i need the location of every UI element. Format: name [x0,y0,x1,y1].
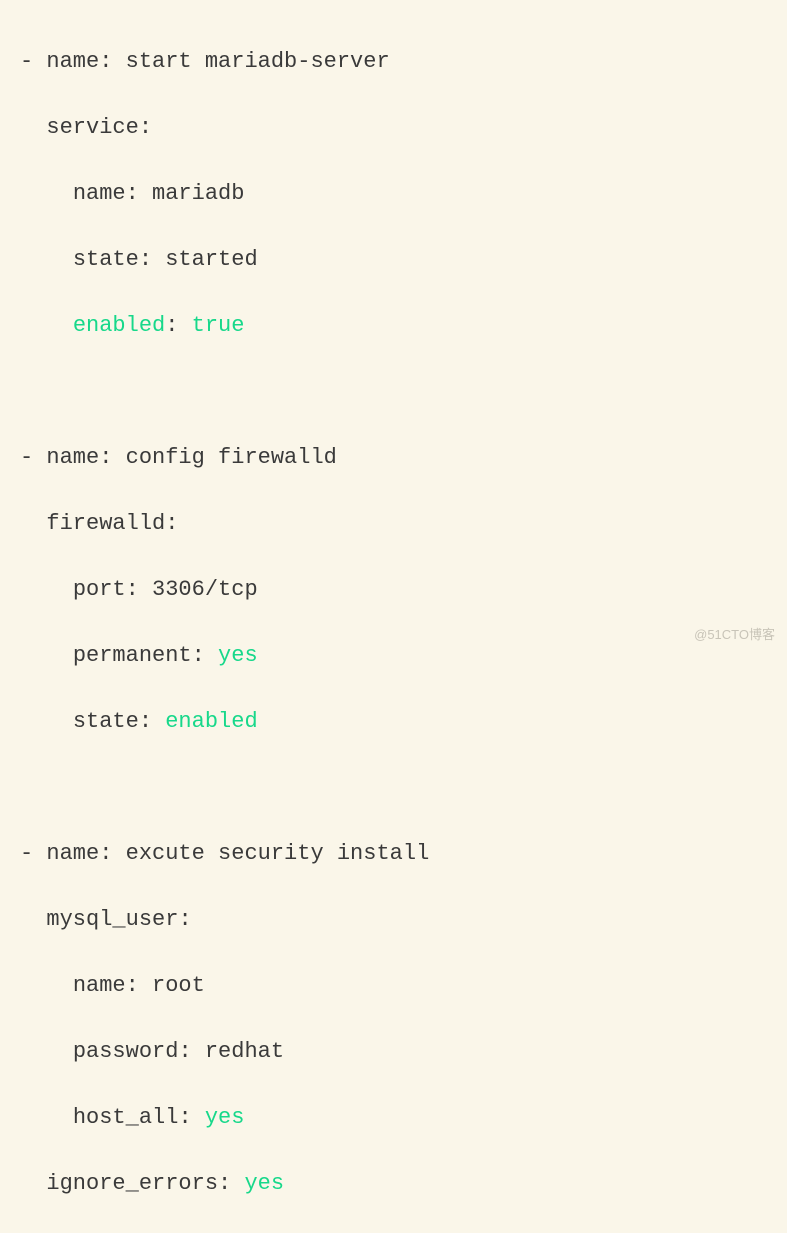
dash: - [20,445,33,470]
code-line: host_all: yes [20,1101,767,1134]
code-line: mysql_user: [20,903,767,936]
code-line: state: enabled [20,705,767,738]
yaml-value: 3306/tcp [152,577,258,602]
yaml-key: name [73,973,126,998]
yaml-key: state [73,247,139,272]
yaml-value: excute security install [126,841,430,866]
yaml-key: state [73,709,139,734]
yaml-key: mysql_user [46,907,178,932]
dash: - [20,841,33,866]
code-line: enabled: true [20,309,767,342]
code-line: ignore_errors: yes [20,1167,767,1200]
yaml-key: name [46,841,99,866]
yaml-key: firewalld [46,511,165,536]
code-line: name: mariadb [20,177,767,210]
blank-line [20,771,767,804]
yaml-value: enabled [165,709,257,734]
code-line: permanent: yes [20,639,767,672]
yaml-key: port [73,577,126,602]
yaml-value: config firewalld [126,445,337,470]
code-line: firewalld: [20,507,767,540]
yaml-key: permanent [73,643,192,668]
yaml-value: mariadb [152,181,244,206]
yaml-value: redhat [205,1039,284,1064]
yaml-key: name [46,445,99,470]
code-line: - name: start mariadb-server [20,45,767,78]
yaml-value: started [165,247,257,272]
yaml-key: service [46,115,138,140]
blank-line [20,375,767,408]
code-line: - name: excute security install [20,837,767,870]
yaml-key: host_all [73,1105,179,1130]
yaml-value: true [192,313,245,338]
yaml-value: yes [218,643,258,668]
code-line: name: root [20,969,767,1002]
yaml-value: start mariadb-server [126,49,390,74]
yaml-value: root [152,973,205,998]
yaml-key: ignore_errors [46,1171,218,1196]
code-line: password: redhat [20,1035,767,1068]
code-line: - name: config firewalld [20,441,767,474]
yaml-key: enabled [73,313,165,338]
yaml-key: name [73,181,126,206]
code-line: state: started [20,243,767,276]
code-line: port: 3306/tcp [20,573,767,606]
watermark: @51CTO博客 [694,625,775,645]
yaml-value: yes [205,1105,245,1130]
dash: - [20,49,33,74]
yaml-value: yes [244,1171,284,1196]
yaml-key: name [46,49,99,74]
yaml-code-block: - name: start mariadb-server service: na… [20,12,767,1233]
yaml-key: password [73,1039,179,1064]
code-line: service: [20,111,767,144]
